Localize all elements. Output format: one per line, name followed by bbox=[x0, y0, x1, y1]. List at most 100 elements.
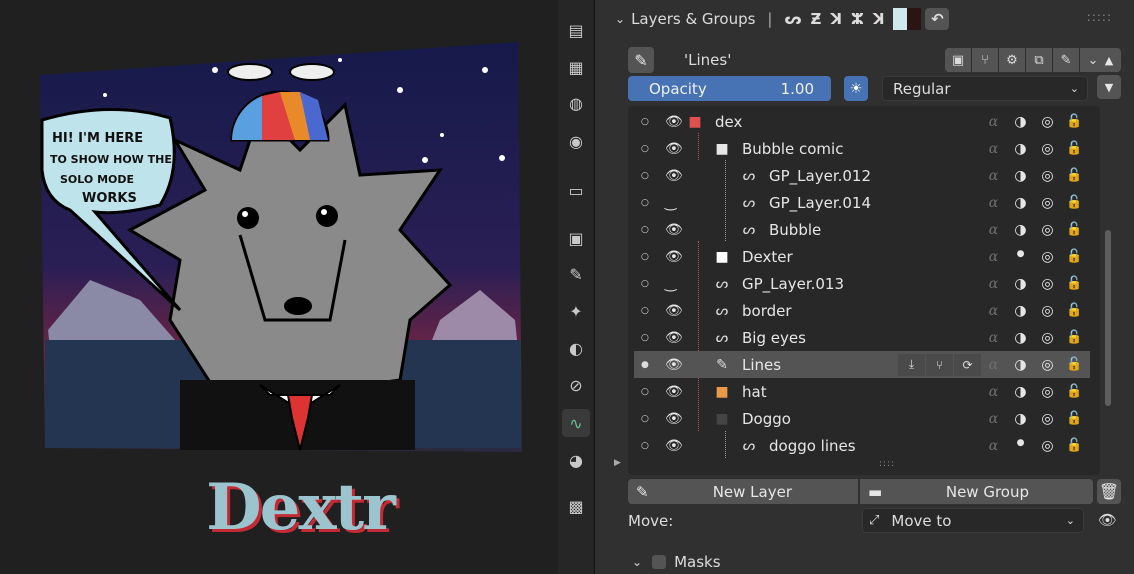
eye-icon[interactable]: 👁 bbox=[665, 330, 683, 346]
tool-icon[interactable]: ▤ bbox=[562, 16, 590, 44]
lock-icon[interactable]: 🔓 bbox=[1061, 168, 1088, 184]
settings-icon[interactable]: ⚙ bbox=[999, 48, 1025, 72]
onion-skin-icon[interactable]: ● bbox=[1007, 249, 1034, 265]
trash-icon[interactable]: 🗑 bbox=[1097, 479, 1121, 504]
collection-icon[interactable]: ▭ bbox=[562, 176, 590, 204]
layer-name[interactable]: Doggo bbox=[742, 410, 791, 428]
onion-skin-icon[interactable]: ◑ bbox=[1007, 222, 1034, 238]
alpha-lock-icon[interactable]: α bbox=[980, 411, 1007, 427]
layer-name[interactable]: Big eyes bbox=[742, 329, 806, 347]
layer-row[interactable]: ○ ‿ ᔕ GP_Layer.014 α ◑ ◎ 🔓 bbox=[628, 189, 1090, 216]
active-dot-icon[interactable]: ○ bbox=[641, 198, 649, 208]
lock-icon[interactable]: 🔓 bbox=[1061, 384, 1088, 400]
layer-name[interactable]: border bbox=[742, 302, 792, 320]
onion-skin-icon[interactable]: ◑ bbox=[1007, 411, 1034, 427]
layer-name[interactable]: Bubble comic bbox=[742, 140, 843, 158]
layer-row[interactable]: ○ 👁 ■ Doggo α ◑ ◎ 🔓 bbox=[628, 405, 1090, 432]
blend-mode-select[interactable]: Regular ⌄ bbox=[882, 76, 1088, 101]
eye-icon[interactable]: 👁 bbox=[665, 303, 683, 319]
layer-name[interactable]: Lines bbox=[742, 356, 781, 374]
lock-icon[interactable]: 🔓 bbox=[1061, 222, 1088, 238]
onion-skin-icon[interactable]: ◑ bbox=[1007, 357, 1034, 373]
onion-skin-icon[interactable]: ◑ bbox=[1007, 141, 1034, 157]
object-data-gpencil-icon[interactable]: ∿ bbox=[562, 409, 590, 437]
viewport-visibility-icon[interactable]: ◎ bbox=[1034, 168, 1061, 184]
layer-row[interactable]: ○ 👁 ■ dex α ◑ ◎ 🔓 bbox=[628, 108, 1090, 135]
viewport-3d[interactable]: HI! I'M HERE TO SHOW HOW THE SOLO MODE W… bbox=[0, 0, 558, 574]
viewport-visibility-icon[interactable]: ◎ bbox=[1034, 330, 1061, 346]
layer-name[interactable]: GP_Layer.013 bbox=[742, 275, 844, 293]
layer-name[interactable]: Bubble bbox=[769, 221, 821, 239]
alpha-lock-icon[interactable]: α bbox=[980, 249, 1007, 265]
layer-name[interactable]: dex bbox=[715, 113, 742, 131]
viewport-visibility-icon[interactable]: ◎ bbox=[1034, 276, 1061, 292]
physics-icon[interactable]: ◐ bbox=[562, 334, 590, 362]
eye-icon[interactable]: 👁 bbox=[665, 357, 683, 373]
onion-skin-icon[interactable]: ● bbox=[1007, 438, 1034, 454]
pencil-icon[interactable]: ✎ bbox=[628, 47, 654, 73]
view-layer-icon[interactable]: ◍ bbox=[562, 89, 590, 117]
active-dot-icon[interactable]: ○ bbox=[641, 144, 649, 154]
alpha-lock-icon[interactable]: α bbox=[980, 168, 1007, 184]
alpha-lock-icon[interactable]: α bbox=[980, 141, 1007, 157]
alpha-lock-icon[interactable]: α bbox=[980, 384, 1007, 400]
layer-list[interactable]: ○ 👁 ■ dex α ◑ ◎ 🔓 ○ 👁 ■ Bubble comic α ◑ ◎ 🔓 ○ 👁 ᔕ GP_Layer… bbox=[628, 106, 1100, 475]
eye-icon[interactable]: 👁 bbox=[665, 114, 683, 130]
lock-icon[interactable]: 🔓 bbox=[1061, 141, 1088, 157]
layer-row[interactable]: ○ 👁 ᔕ Bubble α ◑ ◎ 🔓 bbox=[628, 216, 1090, 243]
layer-row[interactable]: ○ 👁 ■ Bubble comic α ◑ ◎ 🔓 bbox=[628, 135, 1090, 162]
onion-skin-icon[interactable]: ◑ bbox=[1007, 303, 1034, 319]
eye-icon[interactable]: 👁 bbox=[1098, 511, 1117, 529]
color-swatch-light[interactable] bbox=[893, 8, 908, 30]
active-dot-icon[interactable]: ● bbox=[641, 360, 649, 370]
layer-name[interactable]: hat bbox=[742, 383, 767, 401]
viewport-visibility-icon[interactable]: ◎ bbox=[1034, 357, 1061, 373]
wolf-icon[interactable]: ⵣ bbox=[851, 10, 864, 28]
shader-fx-icon[interactable]: ✦ bbox=[562, 297, 590, 325]
stroke-icon-4[interactable]: ꓘ bbox=[873, 10, 885, 28]
active-dot-icon[interactable]: ○ bbox=[641, 252, 649, 262]
active-dot-icon[interactable]: ○ bbox=[641, 171, 649, 181]
layer-row[interactable]: ○ 👁 ᔕ GP_Layer.012 α ◑ ◎ 🔓 bbox=[628, 162, 1090, 189]
viewport-visibility-icon[interactable]: ◎ bbox=[1034, 195, 1061, 211]
resize-grip-icon[interactable]: :::: bbox=[879, 459, 895, 469]
layer-name[interactable]: GP_Layer.014 bbox=[769, 194, 871, 212]
lock-icon[interactable]: 🔓 bbox=[1061, 195, 1088, 211]
active-dot-icon[interactable]: ○ bbox=[641, 279, 649, 289]
eye-icon[interactable]: 👁 bbox=[665, 438, 683, 454]
layer-row[interactable]: ○ 👁 ᔕ border α ◑ ◎ 🔓 bbox=[628, 297, 1090, 324]
eye-icon[interactable]: 👁 bbox=[665, 249, 683, 265]
active-dot-icon[interactable]: ○ bbox=[641, 414, 649, 424]
eye-closed-icon[interactable]: ‿ bbox=[665, 276, 676, 292]
eye-icon[interactable]: 👁 bbox=[665, 168, 683, 184]
new-layer-button[interactable]: ✎ New Layer bbox=[628, 479, 858, 504]
alpha-lock-icon[interactable]: α bbox=[980, 114, 1007, 130]
layer-row[interactable]: ○ ‿ ᔕ GP_Layer.013 α ◑ ◎ 🔓 bbox=[628, 270, 1090, 297]
alpha-lock-icon[interactable]: α bbox=[980, 357, 1007, 373]
viewport-visibility-icon[interactable]: ◎ bbox=[1034, 141, 1061, 157]
layer-row[interactable]: ● 👁 ✎ Lines ⤓ ⑂ ⟳ α ◑ ◎ 🔓 bbox=[634, 351, 1090, 378]
node-icon[interactable]: ⑂ bbox=[972, 48, 998, 72]
active-layer-name[interactable]: 'Lines' bbox=[684, 51, 864, 69]
stroke-icon-2[interactable]: Ƶ bbox=[811, 10, 822, 28]
masks-panel-header[interactable]: ⌄ Masks bbox=[632, 553, 721, 571]
stroke-icon-3[interactable]: ꓘ bbox=[830, 10, 842, 28]
layer-row[interactable]: ○ 👁 ■ Dexter α ● ◎ 🔓 bbox=[628, 243, 1090, 270]
output-icon[interactable]: ▦ bbox=[562, 53, 590, 81]
drag-handle-icon[interactable]: ::::: bbox=[1087, 10, 1112, 24]
eye-icon[interactable]: 👁 bbox=[665, 384, 683, 400]
masks-checkbox[interactable] bbox=[652, 555, 667, 569]
lock-icon[interactable]: 🔓 bbox=[1061, 276, 1088, 292]
refresh-icon[interactable]: ⟳ bbox=[954, 353, 981, 376]
layers-groups-header[interactable]: ⌄ Layers & Groups | ᔕ Ƶ ꓘ ⵣ ꓘ ↶ ::::: bbox=[595, 0, 1134, 38]
layer-row[interactable]: ○ 👁 ■ hat α ◑ ◎ 🔓 bbox=[628, 378, 1090, 405]
eye-icon[interactable]: 👁 bbox=[665, 222, 683, 238]
list-scrollbar[interactable] bbox=[1105, 230, 1111, 406]
stroke-icon-1[interactable]: ᔕ bbox=[784, 10, 801, 28]
node-icon[interactable]: ⑂ bbox=[926, 353, 953, 376]
material-icon[interactable]: ◕ bbox=[562, 446, 590, 474]
alpha-lock-icon[interactable]: α bbox=[980, 222, 1007, 238]
viewport-visibility-icon[interactable]: ◎ bbox=[1034, 114, 1061, 130]
viewport-visibility-icon[interactable]: ◎ bbox=[1034, 222, 1061, 238]
active-dot-icon[interactable]: ○ bbox=[641, 225, 649, 235]
